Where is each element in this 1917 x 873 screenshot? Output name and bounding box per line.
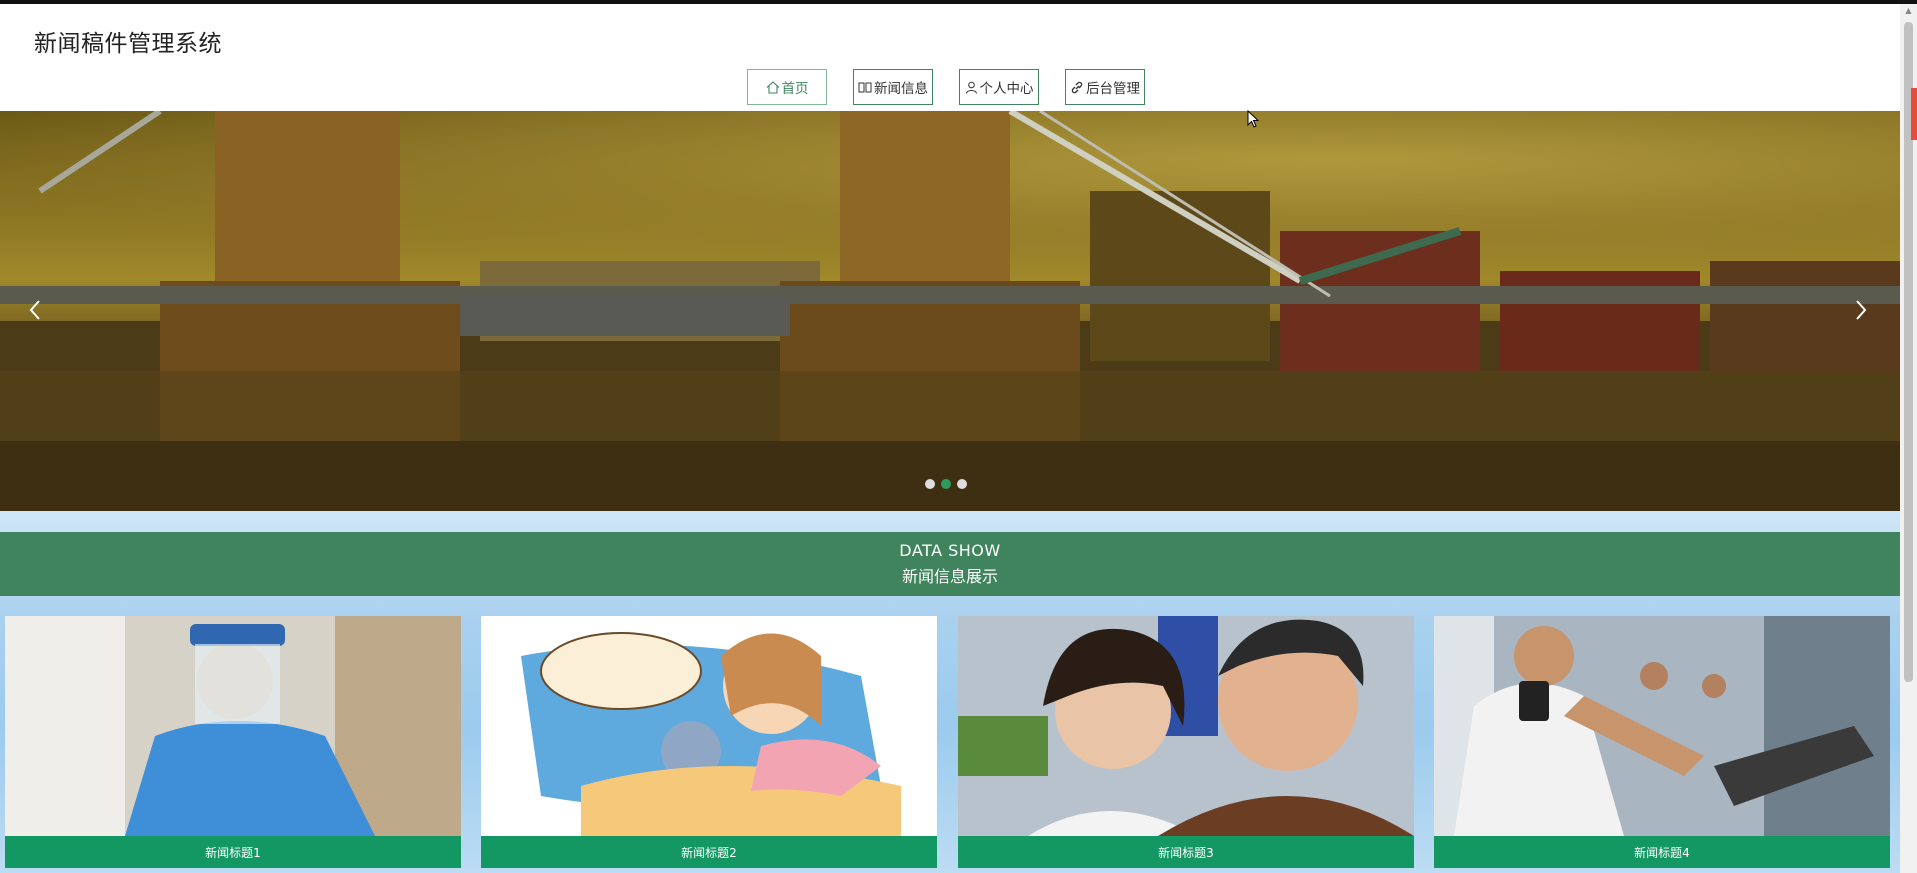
news-card-title: 新闻标题3 bbox=[958, 836, 1414, 868]
link-icon bbox=[1070, 81, 1084, 94]
nav-item-label: 后台管理 bbox=[1086, 81, 1140, 97]
image-carousel bbox=[0, 111, 1900, 511]
news-card-image bbox=[958, 616, 1414, 836]
section-header: DATA SHOW 新闻信息展示 bbox=[0, 532, 1900, 596]
columns-icon bbox=[858, 81, 872, 94]
carousel-dot[interactable] bbox=[925, 479, 935, 489]
news-card-image bbox=[1434, 616, 1890, 836]
news-card[interactable]: 新闻标题2 bbox=[481, 616, 937, 868]
carousel-next-button[interactable] bbox=[1846, 297, 1876, 327]
scroll-position-marker bbox=[1911, 88, 1917, 140]
home-icon bbox=[766, 80, 780, 94]
nav-item-news[interactable]: 新闻信息 bbox=[853, 69, 933, 105]
scroll-up-icon[interactable]: ▲ bbox=[1904, 6, 1913, 18]
nav-item-admin[interactable]: 后台管理 bbox=[1065, 69, 1145, 105]
carousel-dot-active[interactable] bbox=[941, 479, 951, 489]
mouse-cursor-icon bbox=[1247, 109, 1260, 132]
nav-item-label: 首页 bbox=[781, 81, 809, 97]
section-title-en: DATA SHOW bbox=[899, 541, 1001, 560]
chevron-left-icon bbox=[28, 299, 42, 325]
nav-item-label: 新闻信息 bbox=[874, 81, 928, 97]
news-card[interactable]: 新闻标题3 bbox=[958, 616, 1414, 868]
carousel-dot[interactable] bbox=[957, 479, 967, 489]
user-icon bbox=[965, 81, 978, 94]
nav-item-label: 个人中心 bbox=[979, 81, 1034, 97]
tower-bridge-image bbox=[0, 111, 1900, 511]
news-card-title: 新闻标题2 bbox=[481, 836, 937, 868]
news-card-title: 新闻标题1 bbox=[5, 836, 461, 868]
news-card-image bbox=[5, 616, 461, 836]
chevron-right-icon bbox=[1854, 299, 1868, 325]
nav-item-profile[interactable]: 个人中心 bbox=[959, 69, 1039, 105]
nav-item-home[interactable]: 首页 bbox=[747, 69, 827, 105]
site-title: 新闻稿件管理系统 bbox=[34, 31, 222, 57]
news-card-image bbox=[481, 616, 937, 836]
news-card-title: 新闻标题4 bbox=[1434, 836, 1890, 868]
section-title-cn: 新闻信息展示 bbox=[901, 567, 998, 586]
news-card[interactable]: 新闻标题4 bbox=[1434, 616, 1890, 868]
news-card[interactable]: 新闻标题1 bbox=[5, 616, 461, 868]
carousel-prev-button[interactable] bbox=[20, 297, 50, 327]
site-header: 新闻稿件管理系统 bbox=[0, 4, 1900, 111]
vertical-scrollbar[interactable]: ▲ bbox=[1900, 4, 1917, 873]
